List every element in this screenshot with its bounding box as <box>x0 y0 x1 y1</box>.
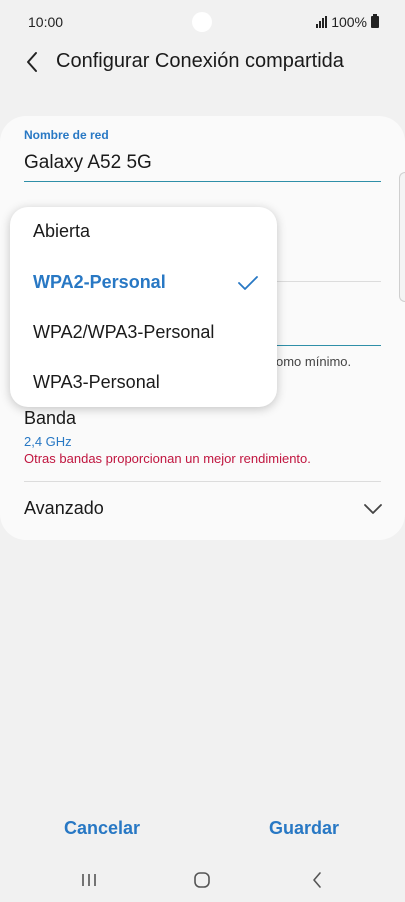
chevron-down-icon <box>364 504 382 514</box>
cancel-button[interactable]: Cancelar <box>22 806 182 850</box>
dropdown-item-wpa2-personal[interactable]: WPA2-Personal <box>10 258 277 308</box>
back-button[interactable] <box>16 46 48 78</box>
network-name-input[interactable]: Galaxy A52 5G <box>24 152 152 174</box>
divider <box>276 281 381 282</box>
status-indicators: 100% <box>316 14 379 30</box>
recent-apps-icon <box>82 874 96 886</box>
password-hint-partial: omo mínimo. <box>276 354 352 369</box>
advanced-label: Avanzado <box>24 498 104 518</box>
dropdown-item-label: WPA2/WPA3-Personal <box>33 322 215 342</box>
check-icon <box>238 276 258 290</box>
dropdown-item-label: Abierta <box>33 221 91 241</box>
network-name-underline <box>24 181 381 182</box>
network-name-label: Nombre de red <box>24 128 109 142</box>
password-underline <box>276 345 381 346</box>
band-warning: Otras bandas proporcionan un mejor rendi… <box>24 451 311 466</box>
band-value: 2,4 GHz <box>24 434 72 449</box>
back-arrow-icon <box>313 872 321 888</box>
dropdown-item-label: WPA2-Personal <box>33 272 166 292</box>
scroll-handle[interactable] <box>399 172 405 302</box>
app-header: Configurar Conexión compartida <box>0 44 405 80</box>
save-button[interactable]: Guardar <box>224 806 384 850</box>
security-dropdown: Abierta WPA2-Personal WPA2/WPA3-Personal… <box>10 207 277 407</box>
signal-icon <box>316 16 328 28</box>
recent-apps-button[interactable] <box>74 868 104 892</box>
dropdown-item-abierta[interactable]: Abierta <box>10 207 277 257</box>
nav-back-button[interactable] <box>302 868 332 892</box>
navigation-bar <box>0 858 405 902</box>
dropdown-item-wpa3-personal[interactable]: WPA3-Personal <box>10 358 277 408</box>
battery-icon <box>371 14 379 28</box>
divider <box>24 481 381 482</box>
status-time: 10:00 <box>28 14 64 30</box>
band-title[interactable]: Banda <box>24 408 76 429</box>
home-icon <box>194 872 210 888</box>
dropdown-item-wpa2-wpa3-personal[interactable]: WPA2/WPA3-Personal <box>10 308 277 358</box>
chevron-left-icon <box>27 52 37 72</box>
home-button[interactable] <box>187 868 217 892</box>
battery-percentage: 100% <box>331 14 367 30</box>
camera-cutout <box>192 12 212 32</box>
page-title: Configurar Conexión compartida <box>56 50 344 72</box>
advanced-row[interactable]: Avanzado <box>0 484 405 534</box>
bottom-actions: Cancelar Guardar <box>0 806 405 850</box>
dropdown-item-label: WPA3-Personal <box>33 372 160 392</box>
status-bar: 10:00 100% <box>0 0 405 44</box>
